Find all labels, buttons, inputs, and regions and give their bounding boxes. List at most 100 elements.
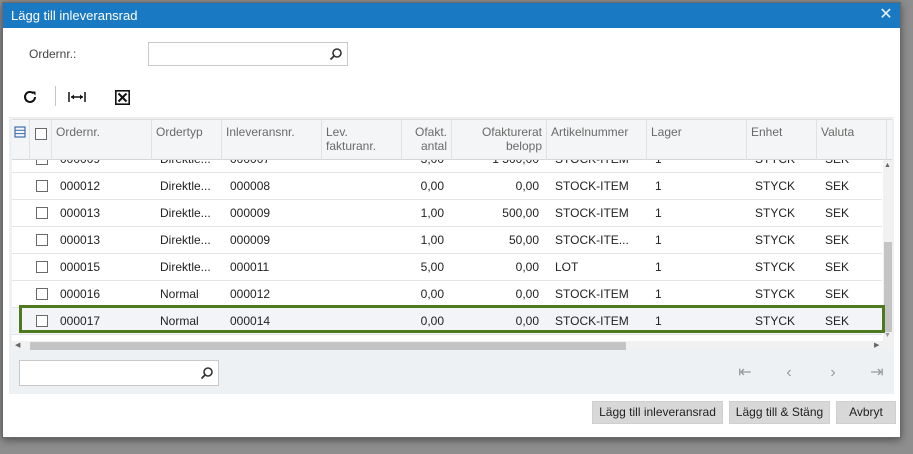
column-ofakt-antal[interactable]: Ofakt. antal <box>402 120 452 160</box>
refresh-icon[interactable] <box>20 87 40 107</box>
cell-valuta: SEK <box>825 206 850 220</box>
last-page-icon[interactable]: ⇥ <box>867 364 887 382</box>
scroll-left-icon[interactable]: ◀ <box>15 341 20 350</box>
order-number-label: Ordernr.: <box>29 47 77 61</box>
dialog-title: Lägg till inleveransrad <box>11 8 138 23</box>
cell-ordertyp: Direktle... <box>160 179 211 193</box>
row-checkbox[interactable] <box>36 207 48 219</box>
scroll-up-icon[interactable]: ▲ <box>884 162 891 169</box>
cell-inleveransnr: 000011 <box>230 260 270 274</box>
cell-lev-fakturanr <box>326 227 402 253</box>
cell-lager: 1 <box>655 287 662 301</box>
cell-lager: 1 <box>651 160 747 172</box>
column-artikelnummer[interactable]: Artikelnummer <box>547 120 647 160</box>
cell-lager: 1 <box>655 260 662 274</box>
column-enhet[interactable]: Enhet <box>747 120 817 160</box>
cell-ofakturerat-belopp: 0,00 <box>515 179 539 193</box>
horizontal-scroll-thumb[interactable] <box>30 342 626 350</box>
horizontal-scrollbar[interactable]: ◀ ▶ <box>12 341 892 350</box>
cell-lev-fakturanr <box>326 200 402 226</box>
table-row[interactable]: 000015 Direktle... 000011 5,00 0,00 LOT … <box>12 254 882 281</box>
row-checkbox[interactable] <box>36 160 48 165</box>
select-all-checkbox[interactable] <box>35 128 47 140</box>
row-checkbox[interactable] <box>36 180 48 192</box>
cell-ordernr: 000016 <box>60 287 101 301</box>
cell-valuta: SEK <box>821 160 881 172</box>
cell-ordernr: 000012 <box>60 179 101 193</box>
cell-ofakt-antal: 0,00 <box>420 314 444 328</box>
table-row[interactable]: 000013 Direktle... 000009 1,00 50,00 STO… <box>12 227 882 254</box>
next-page-icon[interactable]: › <box>823 364 843 382</box>
table-row-selected[interactable]: 000017 Normal 000014 0,00 0,00 STOCK-ITE… <box>12 308 882 335</box>
cell-ordernr: 000013 <box>60 233 101 247</box>
cell-inleveransnr: 000009 <box>230 233 271 247</box>
filter-area: Ordernr.: <box>3 28 900 76</box>
cell-ordertyp: Direktle... <box>156 160 222 172</box>
scroll-down-icon[interactable]: ▼ <box>884 332 891 339</box>
cell-ordertyp: Direktle... <box>160 233 211 247</box>
cell-ordernr: 000015 <box>60 260 101 274</box>
cell-ofakturerat-belopp: 500,00 <box>502 206 539 220</box>
scroll-right-icon[interactable]: ▶ <box>874 341 879 350</box>
cell-lager: 1 <box>655 179 662 193</box>
fit-columns-icon[interactable] <box>67 87 87 107</box>
column-inleveransnr[interactable]: Inleveransnr. <box>222 120 322 160</box>
cell-lager: 1 <box>655 206 662 220</box>
column-valuta[interactable]: Valuta <box>817 120 887 160</box>
cell-enhet: STYCK <box>755 206 796 220</box>
cell-ofakt-antal: 1,00 <box>420 206 444 220</box>
table-row[interactable]: 000012 Direktle... 000008 0,00 0,00 STOC… <box>12 173 882 200</box>
grid-pager: ⇤ ‹ › ⇥ <box>9 350 894 394</box>
cell-lev-fakturanr <box>326 254 402 280</box>
cell-valuta: SEK <box>825 179 850 193</box>
table-row[interactable]: 000013 Direktle... 000009 1,00 500,00 ST… <box>12 200 882 227</box>
grid-search-input[interactable] <box>19 360 219 386</box>
cancel-button[interactable]: Avbryt <box>836 401 896 424</box>
close-icon[interactable]: ✕ <box>878 7 894 23</box>
cell-ordernr: 000013 <box>60 206 101 220</box>
search-icon[interactable] <box>200 366 214 380</box>
dialog-titlebar: Lägg till inleveransrad ✕ <box>3 3 900 28</box>
column-lager[interactable]: Lager <box>647 120 747 160</box>
row-checkbox[interactable] <box>36 234 48 246</box>
cell-artikelnummer: LOT <box>555 260 579 274</box>
order-number-input[interactable] <box>148 42 348 66</box>
column-ofakturerat-belopp[interactable]: Ofakturerat belopp <box>452 120 547 160</box>
row-checkbox[interactable] <box>36 261 48 273</box>
cell-valuta: SEK <box>825 314 850 328</box>
cell-ofakturerat-belopp: 0,00 <box>515 314 539 328</box>
cell-ofakt-antal: 0,00 <box>420 179 444 193</box>
table-row[interactable]: 000016 Normal 000012 0,00 0,00 STOCK-ITE… <box>12 281 882 308</box>
search-icon[interactable] <box>329 47 343 61</box>
cell-ordertyp: Normal <box>160 287 199 301</box>
previous-page-icon[interactable]: ‹ <box>779 364 799 382</box>
table-row[interactable]: 000009 Direktle... 000007 3,00 1 500,00 … <box>12 160 882 173</box>
table-body: 000009 Direktle... 000007 3,00 1 500,00 … <box>12 160 882 340</box>
column-ordertyp[interactable]: Ordertyp <box>152 120 222 160</box>
cell-ofakt-antal: 3,00 <box>402 160 448 172</box>
add-and-close-button[interactable]: Lägg till & Stäng <box>729 401 830 424</box>
cell-valuta: SEK <box>825 260 850 274</box>
cell-lev-fakturanr <box>326 281 402 307</box>
export-excel-icon[interactable] <box>112 87 132 107</box>
cell-ofakturerat-belopp: 0,00 <box>515 260 539 274</box>
vertical-scrollbar[interactable]: ▲ ▼ <box>883 160 892 341</box>
grid-toolbar <box>9 76 894 118</box>
cell-ofakt-antal: 0,00 <box>420 287 444 301</box>
add-receipt-line-button[interactable]: Lägg till inleveransrad <box>592 401 723 424</box>
vertical-scroll-thumb[interactable] <box>884 242 892 332</box>
toolbar-separator <box>55 86 56 106</box>
column-settings-icon[interactable] <box>12 120 30 160</box>
cell-artikelnummer: STOCK-ITEM <box>555 314 629 328</box>
cell-artikelnummer: STOCK-ITE... <box>555 233 629 247</box>
table-header: Ordernr. Ordertyp Inleveransnr. Lev. fak… <box>12 120 892 160</box>
first-page-icon[interactable]: ⇤ <box>735 364 755 382</box>
row-checkbox[interactable] <box>36 288 48 300</box>
cell-lager: 1 <box>655 233 662 247</box>
cell-lev-fakturanr <box>326 308 402 334</box>
column-ordernr[interactable]: Ordernr. <box>52 120 152 160</box>
row-checkbox[interactable] <box>36 315 48 327</box>
column-lev-fakturanr[interactable]: Lev. fakturanr. <box>322 120 402 160</box>
cell-enhet: STYCK <box>755 314 796 328</box>
cell-ordertyp: Direktle... <box>160 260 211 274</box>
